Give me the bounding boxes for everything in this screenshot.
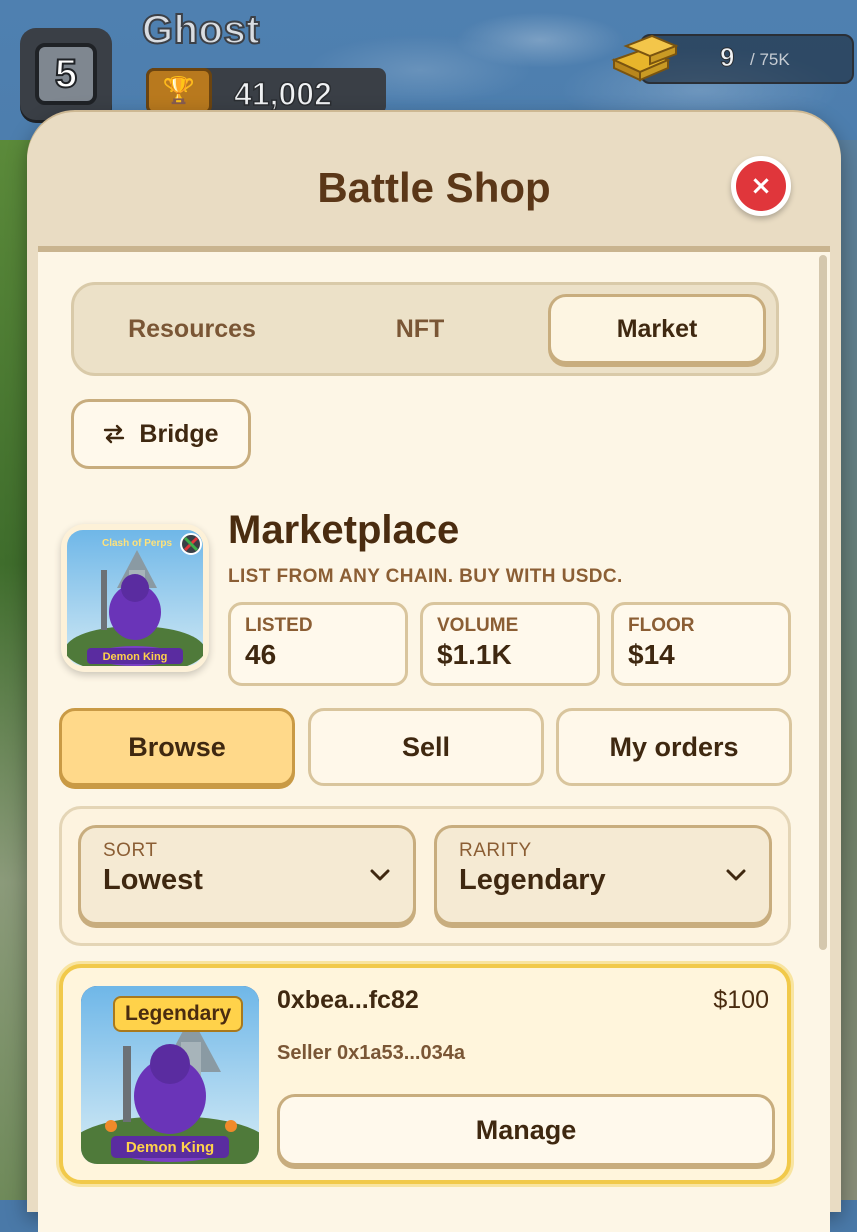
thumb-card-name: Demon King	[103, 651, 168, 663]
stat-floor: FLOOR $14	[611, 602, 791, 686]
trophy-icon: 🏆	[146, 68, 212, 114]
panel-title: Battle Shop	[317, 164, 551, 211]
tab-nft[interactable]: NFT	[311, 294, 529, 364]
close-button[interactable]: ×	[731, 156, 791, 216]
close-icon: ×	[750, 171, 772, 201]
demon-king-card-art: Demon King Clash of Perps	[65, 530, 205, 674]
battle-shop-panel: Battle Shop × Resources NFT Market Bridg…	[27, 112, 841, 1232]
tab-market[interactable]: Market	[548, 294, 766, 364]
rarity-label: RARITY	[459, 840, 532, 861]
tab-resources[interactable]: Resources	[83, 294, 301, 364]
gold-bars-icon	[611, 34, 679, 82]
stat-label: VOLUME	[437, 615, 519, 636]
chevron-down-icon	[726, 869, 746, 881]
sort-select[interactable]: SORT Lowest	[78, 825, 416, 925]
subtab-my-orders[interactable]: My orders	[556, 708, 792, 786]
player-level: 5	[35, 43, 97, 105]
stat-volume: VOLUME $1.1K	[420, 602, 600, 686]
player-level-badge[interactable]: 5	[20, 28, 112, 120]
panel-content[interactable]: Resources NFT Market Bridge Demon King C…	[38, 246, 830, 1232]
subtab-browse[interactable]: Browse	[59, 708, 295, 786]
listing-card[interactable]: Demon King Legendary 0xbea...fc82 $100 S…	[59, 964, 791, 1184]
sort-label: SORT	[103, 840, 158, 861]
marketplace-thumbnail: Demon King Clash of Perps	[61, 524, 209, 674]
bridge-label: Bridge	[139, 419, 219, 448]
stat-label: LISTED	[245, 615, 313, 636]
listing-token-id: 0xbea...fc82	[277, 986, 419, 1014]
manage-button[interactable]: Manage	[277, 1094, 775, 1166]
rarity-select[interactable]: RARITY Legendary	[434, 825, 772, 925]
gold-value: 9	[719, 42, 735, 73]
stat-label: FLOOR	[628, 615, 695, 636]
shop-tabs: Resources NFT Market	[71, 282, 779, 376]
thumb-game-title: Clash of Perps	[102, 538, 172, 549]
swap-arrows-icon	[104, 424, 125, 444]
trophy-counter: 🏆 41,002	[146, 68, 386, 114]
gold-capacity: / 75K	[750, 50, 790, 69]
bridge-button[interactable]: Bridge	[71, 399, 251, 469]
subtab-sell[interactable]: Sell	[308, 708, 544, 786]
chevron-down-icon	[370, 869, 390, 881]
listing-price: $100	[713, 986, 769, 1014]
marketplace-title: Marketplace	[228, 508, 460, 552]
stat-value: $14	[628, 639, 675, 670]
stat-listed: LISTED 46	[228, 602, 408, 686]
rarity-badge: Legendary	[113, 996, 244, 1032]
stat-value: $1.1K	[437, 639, 512, 670]
listing-thumbnail: Demon King Legendary	[81, 986, 259, 1164]
rarity-value: Legendary	[459, 864, 606, 896]
player-name: Ghost	[141, 7, 261, 53]
listing-seller: Seller 0x1a53...034a	[277, 1042, 465, 1064]
scrollbar[interactable]	[819, 255, 827, 950]
marketplace-subtitle: LIST FROM ANY CHAIN. BUY WITH USDC.	[228, 566, 623, 587]
filter-panel: SORT Lowest RARITY Legendary	[59, 806, 791, 946]
sort-value: Lowest	[103, 864, 203, 896]
stat-value: 46	[245, 639, 277, 670]
trophy-value: 41,002	[233, 75, 332, 113]
listing-card-name: Demon King	[126, 1139, 214, 1156]
